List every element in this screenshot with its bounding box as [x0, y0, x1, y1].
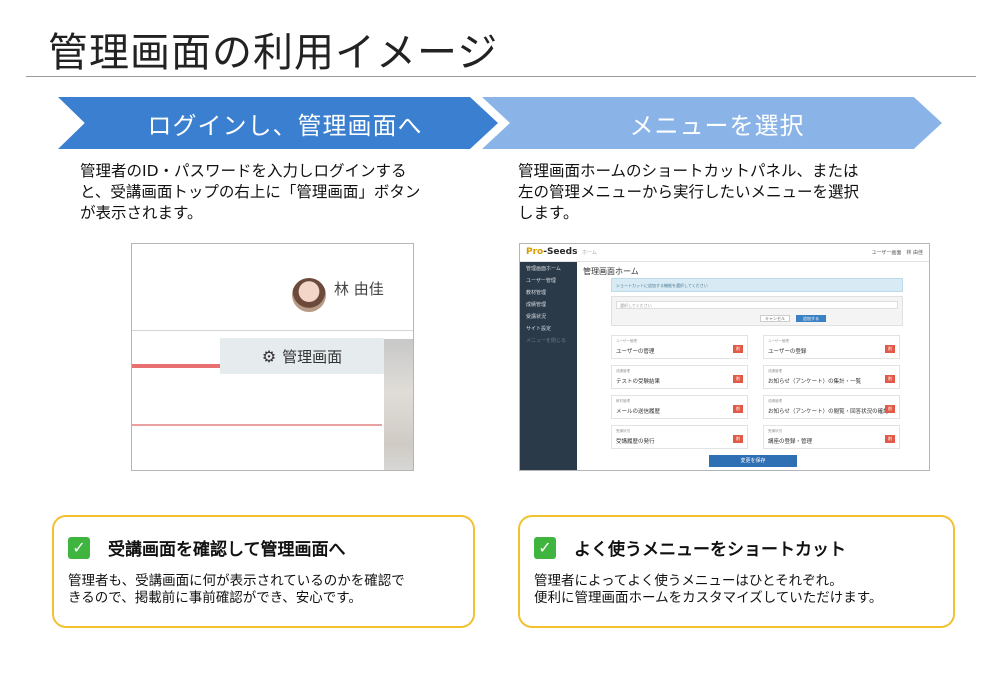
accent-line: [132, 364, 220, 368]
card-label: 講座の登録・管理: [768, 439, 813, 445]
checkmark-icon: ✓: [534, 536, 556, 559]
shortcut-card[interactable]: 成績管理 テストの受験結果 削: [611, 365, 748, 389]
card-category: 受講状況: [616, 429, 630, 433]
sidebar-item-close[interactable]: メニューを閉じる: [520, 334, 577, 346]
card-category: 成績管理: [768, 369, 782, 373]
delete-button[interactable]: 削: [733, 345, 743, 353]
card-category: 成績管理: [616, 369, 630, 373]
avatar[interactable]: [292, 278, 326, 312]
login-screenshot: 林 由佳 ⚙ 管理画面: [131, 243, 414, 471]
feature-title: 受講画面を確認して管理画面へ: [108, 540, 346, 560]
sidebar-item-settings[interactable]: サイト設定: [520, 322, 577, 334]
info-alert: ショートカットに追加する機能を選択してください: [611, 278, 903, 292]
card-label: お知らせ（アンケート）の閲覧・回答状況の確認: [768, 409, 889, 415]
card-label: 受講履歴の発行: [616, 439, 655, 445]
delete-button[interactable]: 削: [885, 435, 895, 443]
step-login-description: 管理者のID・パスワードを入力しログインする と、受講画面トップの右上に「管理画…: [80, 162, 421, 222]
feature-heading: ✓ 受講画面を確認して管理画面へ: [68, 535, 346, 560]
feature-text: 管理者も、受講画面に何が表示されているのかを確認で きるので、掲載前に事前確認が…: [68, 573, 405, 606]
delete-button[interactable]: 削: [885, 375, 895, 383]
checkmark-icon: ✓: [68, 536, 90, 559]
step-menu-label: メニューを選択: [629, 111, 805, 140]
card-category: 受講状況: [768, 429, 782, 433]
background-photo: [384, 339, 413, 470]
header-divider: [132, 330, 413, 331]
site-logo[interactable]: Pro-Seeds: [526, 247, 577, 257]
shortcut-card[interactable]: 受講状況 講座の登録・管理 削: [763, 425, 900, 449]
sidebar-item-grades[interactable]: 成績管理: [520, 298, 577, 310]
page-title: 管理画面の利用イメージ: [48, 30, 499, 76]
delete-button[interactable]: 削: [733, 405, 743, 413]
add-shortcut-button[interactable]: 追加する: [796, 315, 826, 322]
step-menu-description: 管理画面ホームのショートカットパネル、または 左の管理メニューから実行したいメニ…: [518, 162, 860, 222]
shortcut-card[interactable]: 成績管理 お知らせ（アンケート）の集計・一覧 削: [763, 365, 900, 389]
shortcut-select[interactable]: 選択してください: [616, 301, 898, 309]
title-divider: [26, 76, 976, 77]
breadcrumb[interactable]: ホーム: [582, 249, 597, 256]
shortcut-card[interactable]: ユーザー管理 ユーザーの管理 削: [611, 335, 748, 359]
user-name[interactable]: 林 由佳: [334, 278, 384, 299]
card-category: ユーザー管理: [768, 339, 789, 343]
card-label: メールの送信履歴: [616, 409, 661, 415]
save-button[interactable]: 変更を保存: [709, 455, 797, 467]
admin-main: 管理画面ホーム ショートカットに追加する機能を選択してください 選択してください…: [577, 262, 929, 470]
cancel-button[interactable]: キャンセル: [760, 315, 790, 322]
sidebar-item-progress[interactable]: 受講状況: [520, 310, 577, 322]
sidebar-item-home[interactable]: 管理画面ホーム: [520, 262, 577, 274]
gear-icon: ⚙: [261, 346, 277, 366]
shortcut-add-panel: 選択してください キャンセル 追加する: [611, 296, 903, 326]
card-label: ユーザーの登録: [768, 349, 807, 355]
feature-heading: ✓ よく使うメニューをショートカット: [534, 535, 846, 560]
admin-topbar: Pro-Seeds ホーム ユーザー画面 林 由佳: [520, 244, 929, 262]
card-label: お知らせ（アンケート）の集計・一覧: [768, 379, 862, 385]
step-login-banner: ログインし、管理画面へ: [58, 97, 504, 149]
delete-button[interactable]: 削: [885, 405, 895, 413]
shortcut-card[interactable]: 受講状況 受講履歴の発行 削: [611, 425, 748, 449]
delete-button[interactable]: 削: [733, 435, 743, 443]
feature-text: 管理者によってよく使うメニューはひとそれぞれ。 便利に管理画面ホームをカスタマイ…: [534, 573, 883, 606]
sidebar-item-materials[interactable]: 教材管理: [520, 286, 577, 298]
shortcut-card[interactable]: 成績管理 お知らせ（アンケート）の閲覧・回答状況の確認 削: [763, 395, 900, 419]
step-menu-banner: メニューを選択: [472, 97, 942, 149]
feature-box-shortcut: ✓ よく使うメニューをショートカット 管理者によってよく使うメニューはひとそれぞ…: [518, 515, 955, 628]
shortcut-card[interactable]: ユーザー管理 ユーザーの登録 削: [763, 335, 900, 359]
delete-button[interactable]: 削: [733, 375, 743, 383]
page-heading: 管理画面ホーム: [583, 267, 639, 276]
card-category: ユーザー管理: [616, 339, 637, 343]
shortcut-card[interactable]: 教材管理 メールの送信履歴 削: [611, 395, 748, 419]
admin-panel-button[interactable]: ⚙ 管理画面: [220, 338, 384, 374]
delete-button[interactable]: 削: [885, 345, 895, 353]
card-label: ユーザーの管理: [616, 349, 655, 355]
admin-sidebar: 管理画面ホーム ユーザー管理 教材管理 成績管理 受講状況 サイト設定 メニュー…: [520, 262, 577, 470]
card-category: 教材管理: [616, 399, 630, 403]
card-category: 成績管理: [768, 399, 782, 403]
feature-title: よく使うメニューをショートカット: [574, 540, 846, 560]
accent-line: [132, 424, 382, 426]
step-login-label: ログインし、管理画面へ: [147, 111, 423, 140]
admin-panel-button-label: 管理画面: [282, 347, 343, 366]
feature-box-preview: ✓ 受講画面を確認して管理画面へ 管理者も、受講画面に何が表示されているのかを確…: [52, 515, 475, 628]
topbar-user-links[interactable]: ユーザー画面 林 由佳: [872, 249, 924, 256]
admin-home-screenshot: Pro-Seeds ホーム ユーザー画面 林 由佳 管理画面ホーム ユーザー管理…: [519, 243, 930, 471]
sidebar-item-users[interactable]: ユーザー管理: [520, 274, 577, 286]
card-label: テストの受験結果: [616, 379, 661, 385]
